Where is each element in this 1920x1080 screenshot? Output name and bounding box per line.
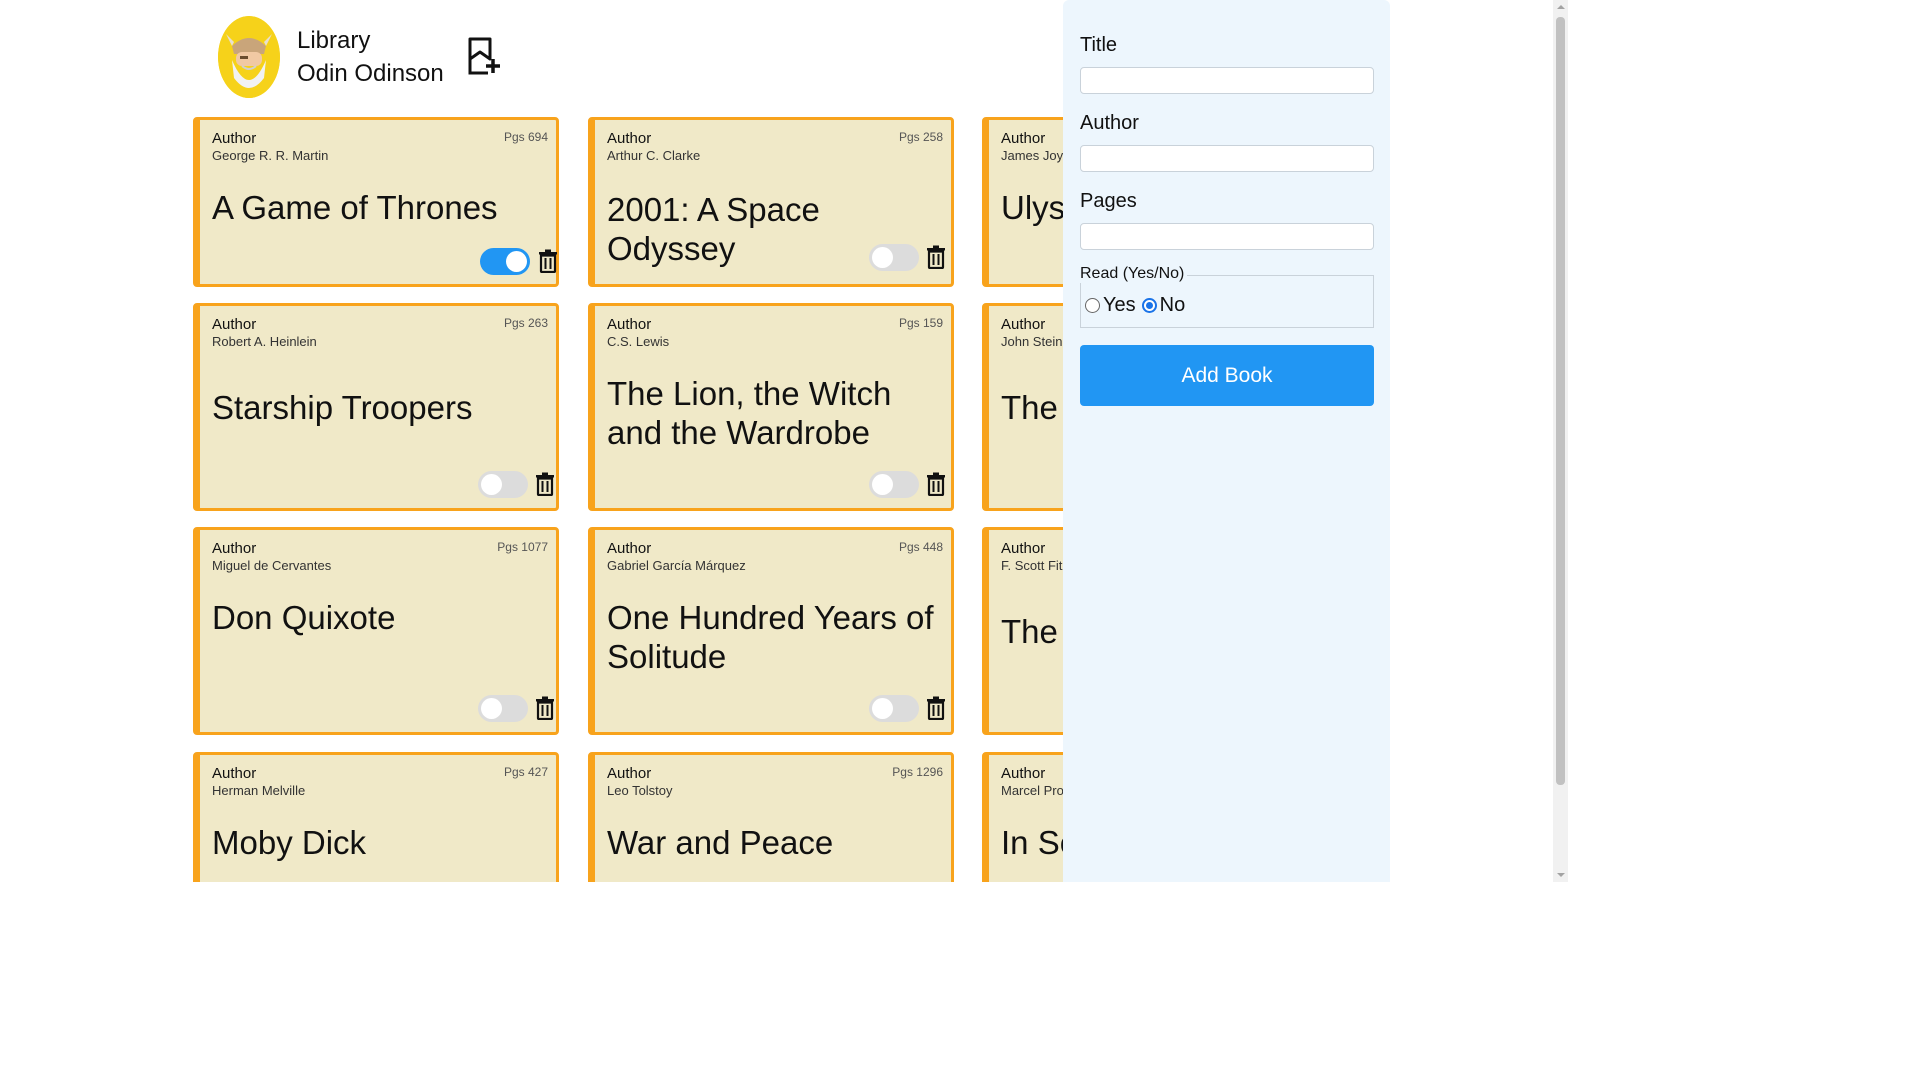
author-label: Author [1001, 765, 1046, 782]
author-label: Author [607, 540, 652, 557]
book-title: The [1001, 613, 1058, 650]
book-card: Author Miguel de Cervantes Pgs 1077 Don Qui… [193, 527, 559, 735]
trash-icon[interactable] [538, 249, 558, 274]
author-label: Author [607, 130, 652, 147]
book-card: Author Gabriel García Márquez Pgs 448 One H… [588, 527, 954, 735]
book-card: AuthorF. Scott Fitzgerald The [982, 527, 1063, 735]
author-name: George R. R. Martin [212, 148, 329, 163]
author-input[interactable] [1080, 145, 1374, 172]
scrollbar-thumb[interactable] [1556, 17, 1565, 785]
author-label: Author [212, 765, 257, 782]
author-name: C.S. Lewis [607, 334, 670, 349]
book-title: One Hundred Years of Solitude [607, 599, 934, 675]
book-card: Author Robert A. Heinlein Pgs 263 Starship … [193, 303, 559, 511]
pages-label: Pages [1080, 190, 1137, 212]
author-label: Author [1001, 130, 1046, 147]
book-title: A Game of Thrones [212, 189, 498, 226]
add-book-form: Title Author Pages Read (Yes/No) Yes No … [1063, 0, 1390, 882]
author-name: Arthur C. Clarke [607, 148, 701, 163]
title-input[interactable] [1080, 67, 1374, 94]
page-count: Pgs 1077 [497, 540, 548, 554]
book-card: AuthorJames Joyce Ulysses [982, 117, 1063, 287]
book-grid: Author George R. R. Martin Pgs 694 A Game o… [0, 0, 1063, 882]
author-name: Gabriel García Márquez [607, 558, 746, 573]
read-toggle[interactable] [478, 471, 528, 498]
book-title: Ulysses [1001, 189, 1063, 226]
book-card: Author Leo Tolstoy Pgs 1296 War and Peace [588, 752, 954, 882]
book-card: Author Herman Melville Pgs 427 Moby Dick [193, 752, 559, 882]
toggle-knob [872, 474, 893, 495]
scrollbar[interactable] [1553, 0, 1568, 882]
page-count: Pgs 258 [898, 130, 943, 144]
read-yes-radio[interactable] [1085, 298, 1100, 313]
page-count: Pgs 263 [503, 316, 548, 330]
book-card: AuthorJohn Steinbeck The [982, 303, 1063, 511]
author-name: Herman Melville [212, 783, 306, 798]
read-legend: Read (Yes/No) [1080, 265, 1188, 283]
trash-icon[interactable] [926, 472, 946, 497]
book-card: Author George R. R. Martin Pgs 694 A Game o… [193, 117, 559, 287]
trash-icon[interactable] [926, 245, 946, 270]
read-no-radio[interactable] [1141, 298, 1157, 313]
author-name: Robert A. Heinlein [212, 334, 317, 349]
page-count: Pgs 448 [898, 540, 943, 554]
library-page: Library Odin Odinson Author George R. R. … [0, 0, 1568, 882]
read-toggle[interactable] [869, 244, 919, 271]
pages-input[interactable] [1080, 223, 1374, 250]
author-name: F. Scott Fitzgerald [1001, 558, 1063, 573]
page-count: Pgs 1296 [892, 765, 943, 779]
toggle-knob [872, 698, 893, 719]
author-name: Marcel Proust [1001, 783, 1063, 798]
book-title: War and Peace [607, 824, 834, 861]
author-label: Author [212, 316, 257, 333]
book-title: Don Quixote [212, 599, 396, 636]
book-title: Moby Dick [212, 824, 367, 861]
author-name: Leo Tolstoy [607, 783, 673, 798]
book-title: The Lion, the Witch and the Wardrobe [607, 375, 892, 451]
author-name: John Steinbeck [1001, 334, 1063, 349]
author-label: Author [212, 130, 257, 147]
toggle-knob [481, 698, 502, 719]
toggle-knob [481, 474, 502, 495]
toggle-knob [506, 251, 527, 272]
author-label: Author [1080, 112, 1139, 134]
author-label: Author [1001, 316, 1046, 333]
read-yes-label[interactable]: Yes [1103, 294, 1136, 317]
author-name: James Joyce [1001, 148, 1063, 163]
book-card: Author Arthur C. Clarke Pgs 258 2001: A Spa… [588, 117, 954, 287]
read-no-label[interactable]: No [1160, 294, 1186, 317]
author-label: Author [1001, 540, 1046, 557]
scroll-up-arrow-icon[interactable] [1557, 5, 1565, 9]
page-count: Pgs 694 [503, 130, 548, 144]
book-title: The [1001, 389, 1058, 426]
add-book-button[interactable]: Add Book [1080, 345, 1374, 406]
trash-icon[interactable] [926, 696, 946, 721]
page-count: Pgs 159 [898, 316, 943, 330]
author-label: Author [212, 540, 257, 557]
book-title: Starship Troopers [212, 389, 473, 426]
page-count: Pgs 427 [503, 765, 548, 779]
read-toggle[interactable] [869, 695, 919, 722]
read-toggle[interactable] [480, 248, 530, 275]
author-name: Miguel de Cervantes [212, 558, 332, 573]
trash-icon[interactable] [535, 472, 555, 497]
book-title: In Search [1001, 824, 1063, 861]
book-card: AuthorMarcel Proust In Search [982, 752, 1063, 882]
scroll-down-arrow-icon[interactable] [1557, 873, 1565, 877]
book-card: Author C.S. Lewis Pgs 159 The Lion, the Wit… [588, 303, 954, 511]
trash-icon[interactable] [535, 696, 555, 721]
title-label: Title [1080, 34, 1118, 56]
author-label: Author [607, 765, 652, 782]
read-radio-group: Yes No [1085, 294, 1185, 317]
read-toggle[interactable] [478, 695, 528, 722]
toggle-knob [872, 247, 893, 268]
read-toggle[interactable] [869, 471, 919, 498]
author-label: Author [607, 316, 652, 333]
